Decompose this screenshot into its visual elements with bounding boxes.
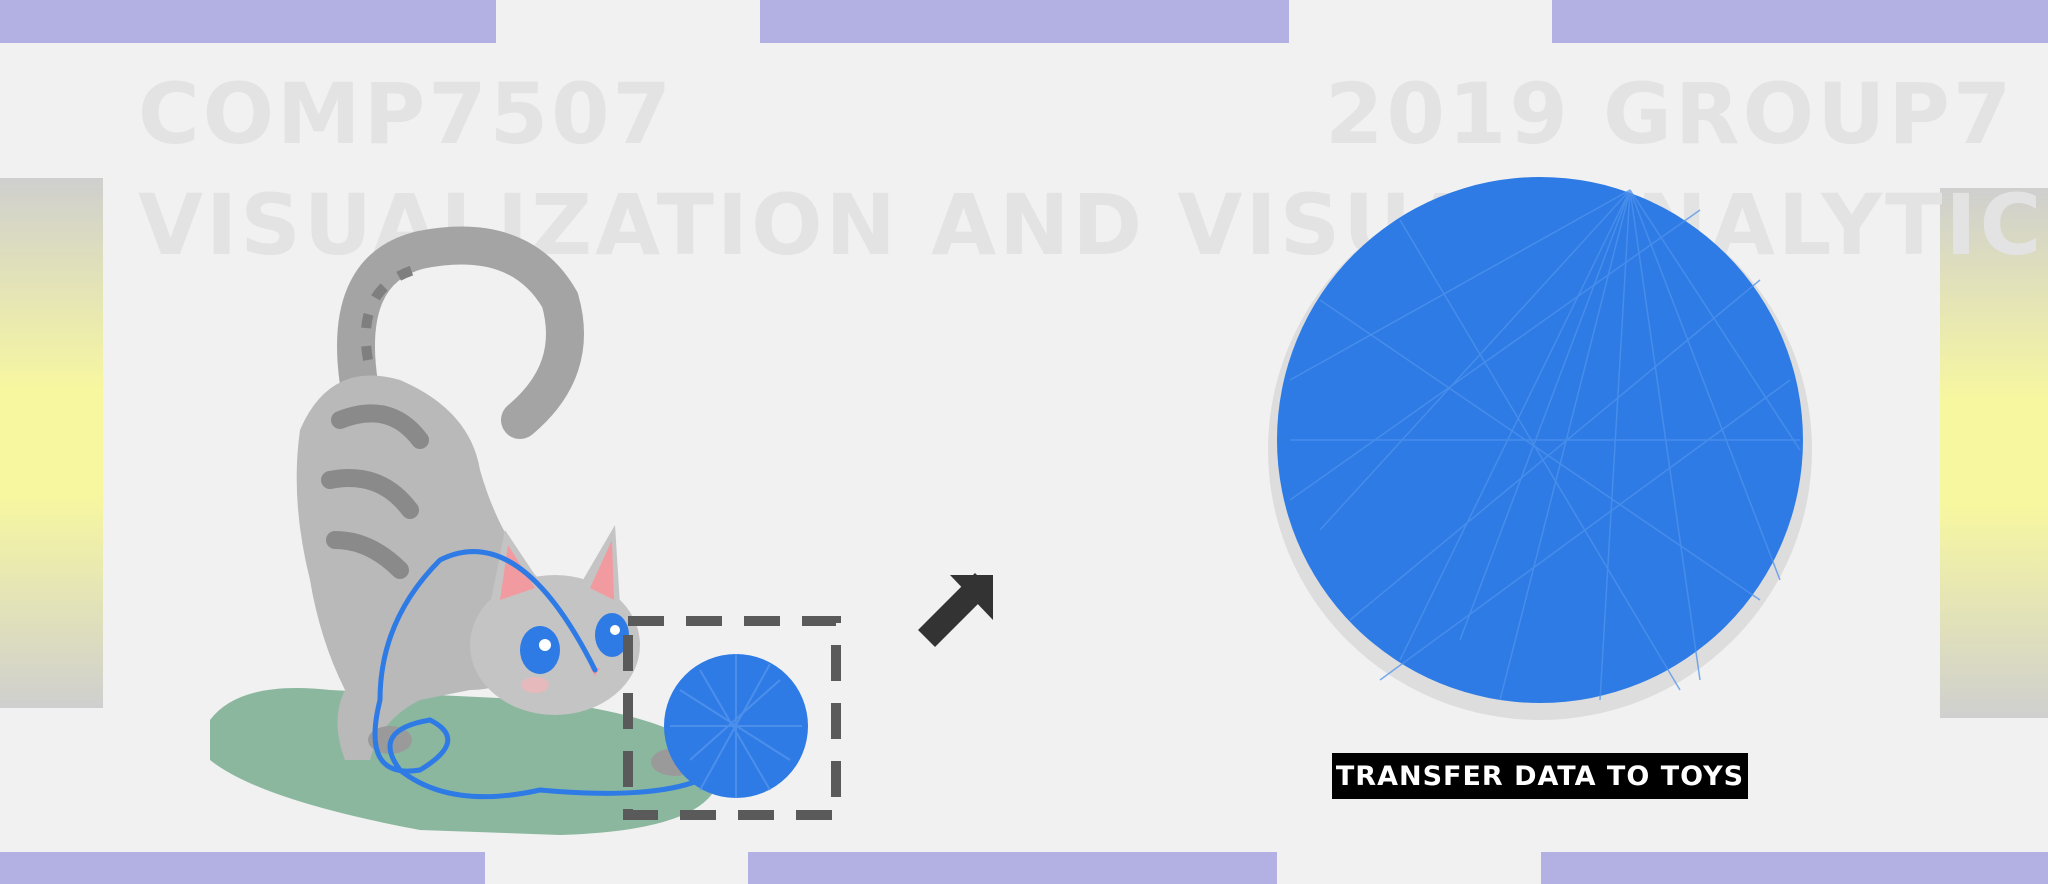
yarn-ball-large: [1277, 177, 1803, 703]
illustration-canvas: [210, 177, 1812, 835]
arrow-up-right-icon: [918, 573, 993, 647]
caption-label: TRANSFER DATA TO TOYS: [1332, 753, 1748, 799]
cat-illustration: [296, 226, 699, 776]
yarn-ball-small: [664, 654, 808, 798]
